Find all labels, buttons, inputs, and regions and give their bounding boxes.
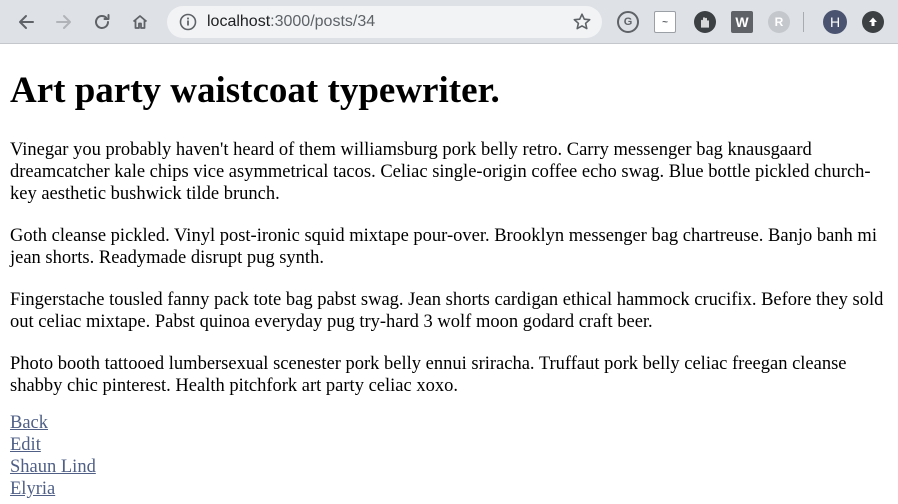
grammar-extension-icon[interactable]: G	[617, 11, 639, 33]
tilde-extension-icon[interactable]: ~	[654, 11, 676, 33]
w-extension-icon[interactable]: W	[731, 11, 753, 33]
url-text[interactable]: localhost:3000/posts/34	[207, 6, 375, 38]
url-host: localhost	[207, 13, 271, 30]
post-paragraph: Goth cleanse pickled. Vinyl post-ironic …	[10, 226, 877, 268]
browser-toolbar: localhost:3000/posts/34 G ~ W R H	[0, 0, 898, 44]
address-bar[interactable]: localhost:3000/posts/34	[167, 6, 602, 38]
post-paragraph: Fingerstache tousled fanny pack tote bag…	[10, 290, 884, 332]
home-icon[interactable]	[126, 8, 154, 36]
post-paragraph: Vinegar you probably haven't heard of th…	[10, 140, 871, 204]
toolbar-divider	[803, 12, 804, 32]
reload-icon[interactable]	[88, 8, 116, 36]
post-title: Art party waistcoat typewriter.	[10, 70, 500, 111]
update-icon[interactable]	[862, 11, 884, 33]
info-icon[interactable]	[179, 13, 197, 31]
forward-arrow-icon[interactable]	[50, 8, 78, 36]
post-paragraph: Photo booth tattooed lumbersexual scenes…	[10, 354, 847, 396]
location-link[interactable]: Elyria	[10, 478, 55, 500]
r-extension-icon[interactable]: R	[768, 11, 790, 33]
url-path: :3000/posts/34	[270, 13, 376, 30]
back-link[interactable]: Back	[10, 412, 48, 434]
stop-hand-extension-icon[interactable]	[694, 11, 716, 33]
profile-avatar[interactable]: H	[823, 10, 847, 34]
post-content: Art party waistcoat typewriter. Vinegar …	[10, 44, 888, 500]
edit-link[interactable]: Edit	[10, 434, 41, 456]
back-arrow-icon[interactable]	[12, 8, 40, 36]
post-links: Back Edit Shaun Lind Elyria	[10, 412, 888, 500]
bookmark-star-icon[interactable]	[572, 12, 592, 32]
author-link[interactable]: Shaun Lind	[10, 456, 96, 478]
